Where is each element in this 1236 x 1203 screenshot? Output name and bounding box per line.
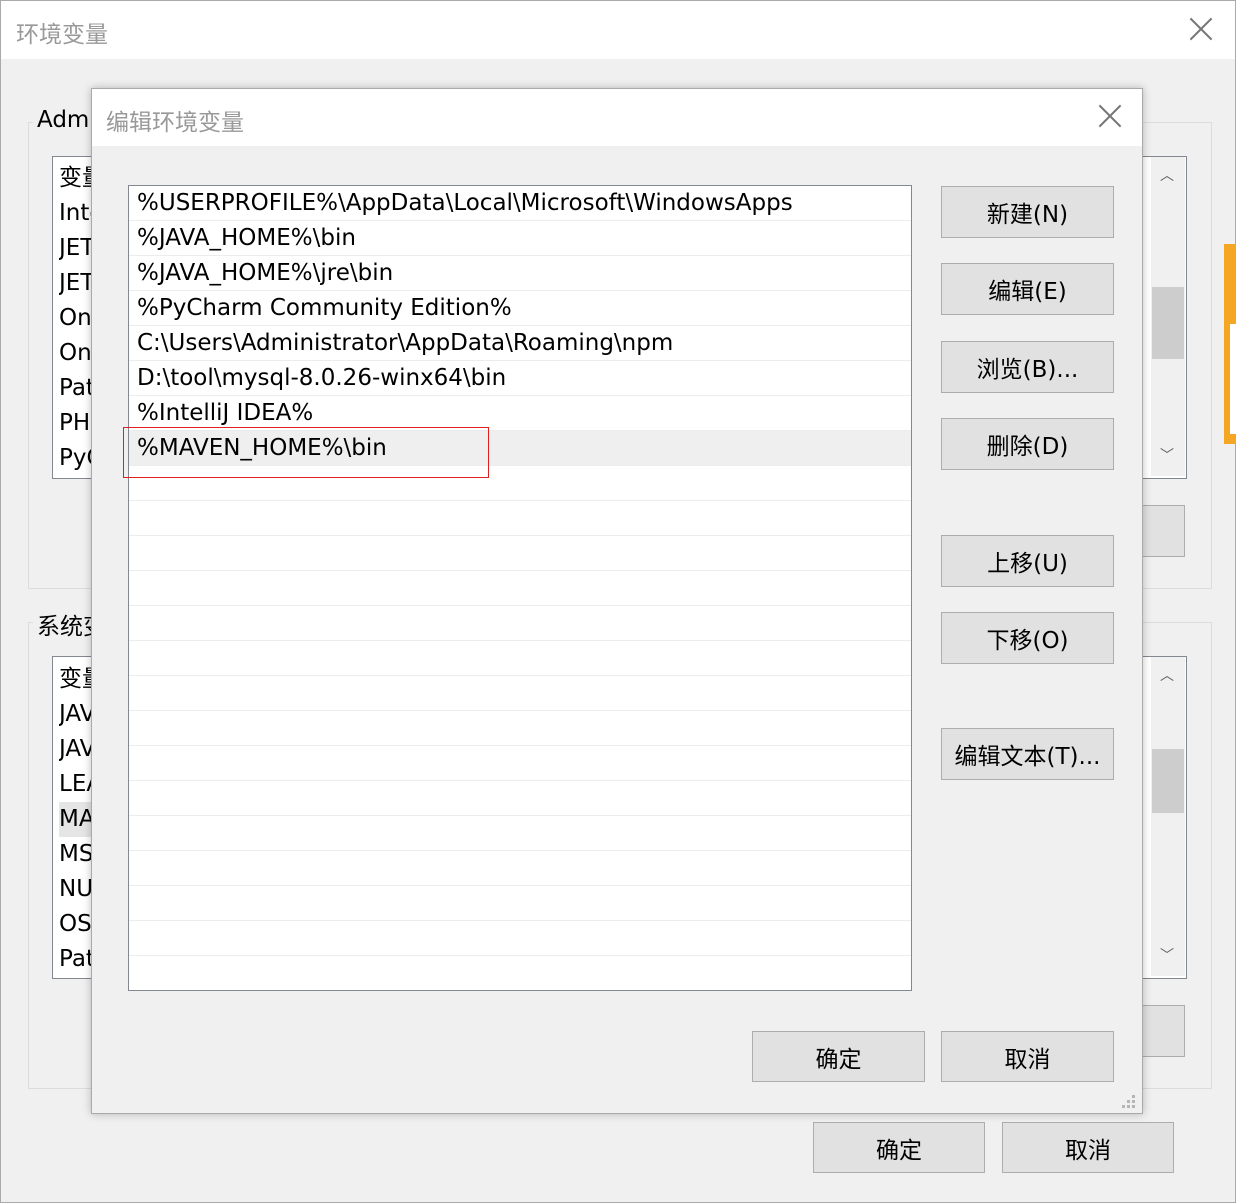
background-window-edge-inner bbox=[1230, 324, 1236, 434]
user-variable-row[interactable]: Inte bbox=[59, 196, 95, 231]
user-variable-row[interactable]: Pat bbox=[59, 371, 95, 406]
path-entry[interactable]: %IntelliJ IDEA% bbox=[129, 396, 911, 431]
user-variable-row[interactable]: JET bbox=[59, 266, 95, 301]
system-variable-row[interactable]: NU bbox=[59, 872, 95, 907]
path-entry-empty[interactable] bbox=[129, 921, 911, 956]
system-variables-hidden-button[interactable] bbox=[1141, 1005, 1185, 1057]
system-variable-row[interactable]: LEA bbox=[59, 767, 95, 802]
edit-dialog-close-icon[interactable] bbox=[1090, 97, 1130, 137]
path-entry-empty[interactable] bbox=[129, 641, 911, 676]
path-entry-empty[interactable] bbox=[129, 536, 911, 571]
system-variable-row[interactable]: 变量 bbox=[59, 662, 95, 697]
path-entry[interactable]: %USERPROFILE%\AppData\Local\Microsoft\Wi… bbox=[129, 186, 911, 221]
user-variables-label: Admi bbox=[33, 107, 100, 133]
user-list-scrollbar[interactable]: ︿ ﹀ bbox=[1151, 157, 1185, 476]
outer-cancel-button[interactable]: 取消 bbox=[1002, 1122, 1174, 1173]
path-entry-empty[interactable] bbox=[129, 816, 911, 851]
resize-grip-icon[interactable] bbox=[1120, 1093, 1136, 1109]
edit-text-button[interactable]: 编辑文本(T)... bbox=[941, 728, 1114, 780]
move-down-button[interactable]: 下移(O) bbox=[941, 612, 1114, 664]
system-variables-rows: 变量JAVJAVLEAMAMSNUOSPat bbox=[59, 662, 95, 977]
edit-dialog-title: 编辑环境变量 bbox=[106, 110, 244, 136]
system-list-scroll-thumb[interactable] bbox=[1152, 749, 1184, 813]
path-entry-empty[interactable] bbox=[129, 571, 911, 606]
scroll-up-icon[interactable]: ︿ bbox=[1160, 665, 1174, 685]
system-variable-row[interactable]: MS bbox=[59, 837, 95, 872]
outer-title-bar[interactable]: 环境变量 bbox=[1, 1, 1235, 59]
user-list-scroll-thumb[interactable] bbox=[1152, 287, 1184, 359]
scroll-up-icon[interactable]: ︿ bbox=[1160, 165, 1174, 185]
path-entry-empty[interactable] bbox=[129, 676, 911, 711]
path-entry-empty[interactable] bbox=[129, 886, 911, 921]
path-entry[interactable]: %JAVA_HOME%\bin bbox=[129, 221, 911, 256]
path-entries-list[interactable]: %USERPROFILE%\AppData\Local\Microsoft\Wi… bbox=[128, 185, 912, 991]
user-variables-hidden-button[interactable] bbox=[1141, 505, 1185, 557]
path-entry[interactable]: %JAVA_HOME%\jre\bin bbox=[129, 256, 911, 291]
scroll-down-icon[interactable]: ﹀ bbox=[1160, 445, 1174, 465]
system-list-scrollbar[interactable]: ︿ ﹀ bbox=[1151, 657, 1185, 976]
path-entry[interactable]: %PyCharm Community Edition% bbox=[129, 291, 911, 326]
dialog-ok-button[interactable]: 确定 bbox=[752, 1031, 925, 1082]
scroll-down-icon[interactable]: ﹀ bbox=[1160, 945, 1174, 965]
system-variable-row[interactable]: OS bbox=[59, 907, 95, 942]
system-variable-row[interactable]: JAV bbox=[59, 732, 95, 767]
path-entry-empty[interactable] bbox=[129, 956, 911, 990]
user-variable-row[interactable]: 变量 bbox=[59, 161, 95, 196]
system-variable-row[interactable]: JAV bbox=[59, 697, 95, 732]
user-variable-row[interactable]: PH bbox=[59, 406, 95, 441]
outer-ok-button[interactable]: 确定 bbox=[813, 1122, 985, 1173]
path-entry-empty[interactable] bbox=[129, 781, 911, 816]
user-variable-row[interactable]: JET bbox=[59, 231, 95, 266]
delete-button[interactable]: 删除(D) bbox=[941, 418, 1114, 470]
outer-window-title: 环境变量 bbox=[16, 22, 108, 48]
path-entry-empty[interactable] bbox=[129, 606, 911, 641]
annotation-highlight-box bbox=[123, 427, 489, 478]
new-button[interactable]: 新建(N) bbox=[941, 186, 1114, 238]
edit-environment-variable-dialog: 编辑环境变量 %USERPROFILE%\AppData\Local\Micro… bbox=[91, 88, 1143, 1114]
move-up-button[interactable]: 上移(U) bbox=[941, 535, 1114, 587]
path-entry-empty[interactable] bbox=[129, 746, 911, 781]
path-entry-empty[interactable] bbox=[129, 851, 911, 886]
user-variable-row[interactable]: On bbox=[59, 336, 95, 371]
path-entry-empty[interactable] bbox=[129, 711, 911, 746]
edit-button[interactable]: 编辑(E) bbox=[941, 263, 1114, 315]
path-entry[interactable]: C:\Users\Administrator\AppData\Roaming\n… bbox=[129, 326, 911, 361]
path-entry[interactable]: D:\tool\mysql-8.0.26-winx64\bin bbox=[129, 361, 911, 396]
user-variable-row[interactable]: PyC bbox=[59, 441, 95, 476]
outer-close-icon[interactable] bbox=[1181, 10, 1221, 50]
system-variable-row[interactable]: Pat bbox=[59, 942, 95, 977]
path-entry-empty[interactable] bbox=[129, 501, 911, 536]
user-variable-row[interactable]: On bbox=[59, 301, 95, 336]
system-variable-row[interactable]: MA bbox=[59, 802, 95, 837]
edit-dialog-title-bar[interactable]: 编辑环境变量 bbox=[92, 89, 1142, 146]
dialog-cancel-button[interactable]: 取消 bbox=[941, 1031, 1114, 1082]
user-variables-rows: 变量InteJETJETOnOnPatPHPyC bbox=[59, 161, 95, 476]
browse-button[interactable]: 浏览(B)... bbox=[941, 341, 1114, 393]
